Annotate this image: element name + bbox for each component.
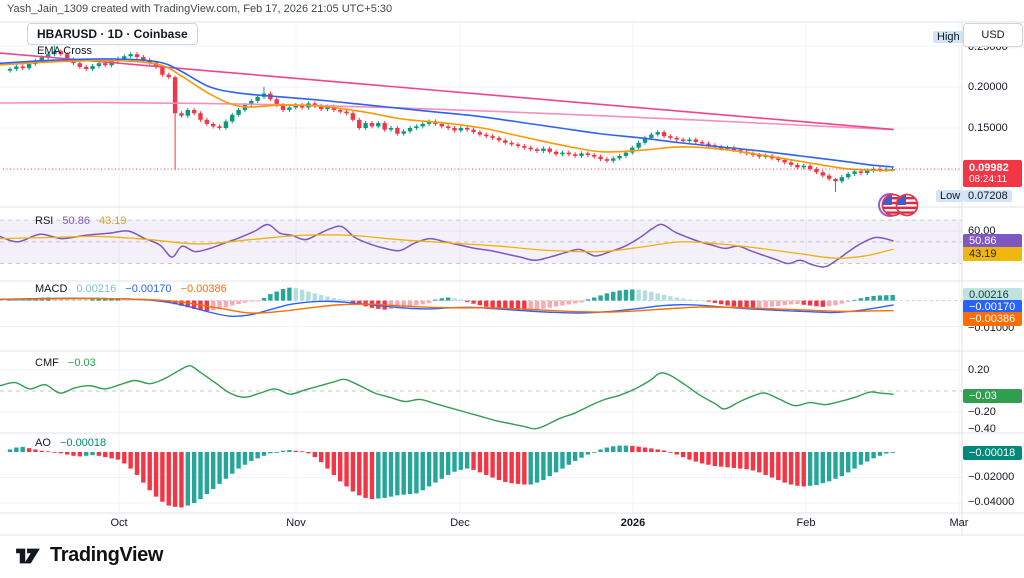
high-label: High <box>933 31 964 43</box>
low-value: 0.07208 <box>964 190 1012 202</box>
indicator-legend-ema-cross[interactable]: EMA Cross <box>37 45 92 57</box>
rsi-value: 50.86 <box>62 215 90 227</box>
rsi-ma-value: 43.19 <box>99 215 127 227</box>
last-price-value: 0.09982 <box>969 162 1022 174</box>
time-label-oct: Oct <box>110 517 127 529</box>
cmf-badge: −0.03 <box>963 389 1022 403</box>
ao-value: −0.00018 <box>60 437 106 449</box>
bar-countdown: 08:24:11 <box>969 174 1022 185</box>
currency-toggle-button[interactable]: USD <box>963 23 1023 47</box>
low-label: Low <box>936 190 964 202</box>
cmf-tick-neg2: −0.40 <box>968 423 996 435</box>
ao-tick-2: −0.04000 <box>968 496 1014 508</box>
macd-hist-value: 0.00216 <box>76 283 116 295</box>
time-label-dec: Dec <box>450 517 470 529</box>
rsi-badge: 50.86 <box>963 234 1022 248</box>
tradingview-brand[interactable]: TradingView <box>14 544 163 567</box>
time-label-nov: Nov <box>286 517 306 529</box>
symbol-title: HBARUSD · 1D · Coinbase <box>37 27 188 41</box>
last-price-badge: 0.09982 08:24:11 <box>963 160 1022 187</box>
cmf-title: CMF <box>35 357 59 369</box>
ao-legend[interactable]: AO −0.00018 <box>35 437 112 449</box>
attribution-text: Yash_Jain_1309 created with TradingView.… <box>7 3 392 15</box>
time-label-feb: Feb <box>797 517 816 529</box>
twin-flags-icon <box>878 191 922 219</box>
cmf-legend[interactable]: CMF −0.03 <box>35 357 102 369</box>
macd-signal-badge: −0.00386 <box>963 312 1022 326</box>
brand-text: TradingView <box>50 544 163 567</box>
macd-legend[interactable]: MACD 0.00216 −0.00170 −0.00386 <box>35 283 233 295</box>
price-tick-020: 0.20000 <box>968 81 1008 93</box>
price-tick-015: 0.15000 <box>968 122 1008 134</box>
ao-badge: −0.00018 <box>963 446 1022 460</box>
ao-tick-1: −0.02000 <box>968 471 1014 483</box>
cmf-tick-neg: −0.20 <box>968 406 996 418</box>
time-label-mar: Mar <box>950 517 969 529</box>
rsi-legend[interactable]: RSI 50.86 43.19 <box>35 215 133 227</box>
ao-title: AO <box>35 437 51 449</box>
rsi-ma-badge: 43.19 <box>963 247 1022 261</box>
cmf-tick-pos: 0.20 <box>968 364 989 376</box>
macd-signal-value: −0.00386 <box>181 283 227 295</box>
macd-line-value: −0.00170 <box>125 283 171 295</box>
macd-title: MACD <box>35 283 67 295</box>
rsi-title: RSI <box>35 215 53 227</box>
time-label-2026: 2026 <box>621 517 645 529</box>
cmf-value: −0.03 <box>68 357 96 369</box>
symbol-legend[interactable]: HBARUSD · 1D · Coinbase <box>27 23 198 45</box>
tradingview-snapshot: Yash_Jain_1309 created with TradingView.… <box>0 0 1024 578</box>
tradingview-logo-icon <box>14 545 42 567</box>
